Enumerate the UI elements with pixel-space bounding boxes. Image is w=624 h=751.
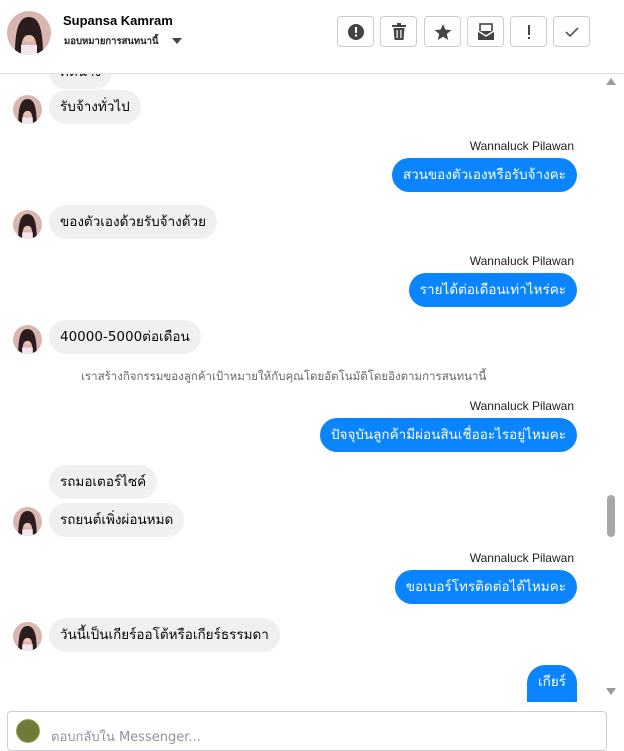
check-icon <box>564 25 580 39</box>
mark-done-button[interactable] <box>553 16 590 47</box>
contact-avatar-small <box>13 210 42 239</box>
alert-icon <box>347 23 365 41</box>
scrollbar[interactable] <box>604 74 624 702</box>
star-icon <box>434 23 452 41</box>
trash-icon <box>391 22 407 41</box>
contact-avatar[interactable] <box>7 11 51 55</box>
sender-name: Wannaluck Pilawan <box>469 551 574 565</box>
message-thread[interactable]: คิดนาง รับจ้างทั่วไป Wannaluck Pilawan ส… <box>0 74 604 702</box>
contact-avatar-small <box>13 507 42 536</box>
contact-avatar-small <box>13 95 42 124</box>
page-avatar-icon <box>16 719 40 743</box>
contact-avatar-small <box>13 325 42 354</box>
message-incoming: คิดนาง <box>49 74 113 89</box>
system-notice: เราสร้างกิจกรรมของลูกค้าเป้าหมายให้กับคุ… <box>81 369 487 383</box>
mark-important-button[interactable] <box>510 16 547 47</box>
scroll-down-icon[interactable] <box>606 688 616 695</box>
scrollbar-thumb[interactable] <box>607 495 615 537</box>
mark-spam-button[interactable] <box>337 16 374 47</box>
message-outgoing: สวนของตัวเองหรือรับจ้างคะ <box>391 158 577 192</box>
message-outgoing: รายได้ต่อเดือนเท่าไหร่คะ <box>408 273 577 307</box>
archive-button[interactable] <box>467 16 504 47</box>
message-incoming: รถมอเตอร์ไซค์ <box>49 465 158 499</box>
sender-name: Wannaluck Pilawan <box>469 254 574 268</box>
message-outgoing: เกียร์ <box>527 665 577 702</box>
message-incoming: ของตัวเองด้วยรับจ้างด้วย <box>49 205 218 239</box>
message-outgoing: ขอเบอร์โทรติดต่อได้ไหมคะ <box>394 570 577 604</box>
star-button[interactable] <box>424 16 461 47</box>
conversation-header: Supansa Kamram มอบหมายการสนทนานี้ <box>0 0 624 74</box>
reply-input[interactable]: ตอบกลับใน Messenger... <box>51 726 201 747</box>
sender-name: Wannaluck Pilawan <box>469 139 574 153</box>
scroll-up-icon[interactable] <box>606 78 616 85</box>
message-incoming: รับจ้างทั่วไป <box>49 90 141 124</box>
message-incoming: รถยนต์เพิ่งผ่อนหมด <box>49 503 185 537</box>
message-outgoing: ปัจจุบันลูกค้ามีผ่อนสินเชื่ออะไรอยู่ไหมค… <box>319 418 577 452</box>
contact-avatar-small <box>13 622 42 651</box>
sender-name: Wannaluck Pilawan <box>469 399 574 413</box>
exclamation-icon <box>526 24 532 40</box>
contact-name: Supansa Kamram <box>63 13 173 28</box>
assign-conversation-link[interactable]: มอบหมายการสนทนานี้ <box>64 34 159 49</box>
message-incoming: วันนี้เป็นเกียร์ออโต้หรือเกียร์ธรรมดา <box>49 618 280 652</box>
archive-icon <box>477 22 495 41</box>
message-incoming: 40000-5000ต่อเดือน <box>49 320 201 354</box>
delete-button[interactable] <box>380 16 417 47</box>
chevron-down-icon[interactable] <box>172 38 182 44</box>
